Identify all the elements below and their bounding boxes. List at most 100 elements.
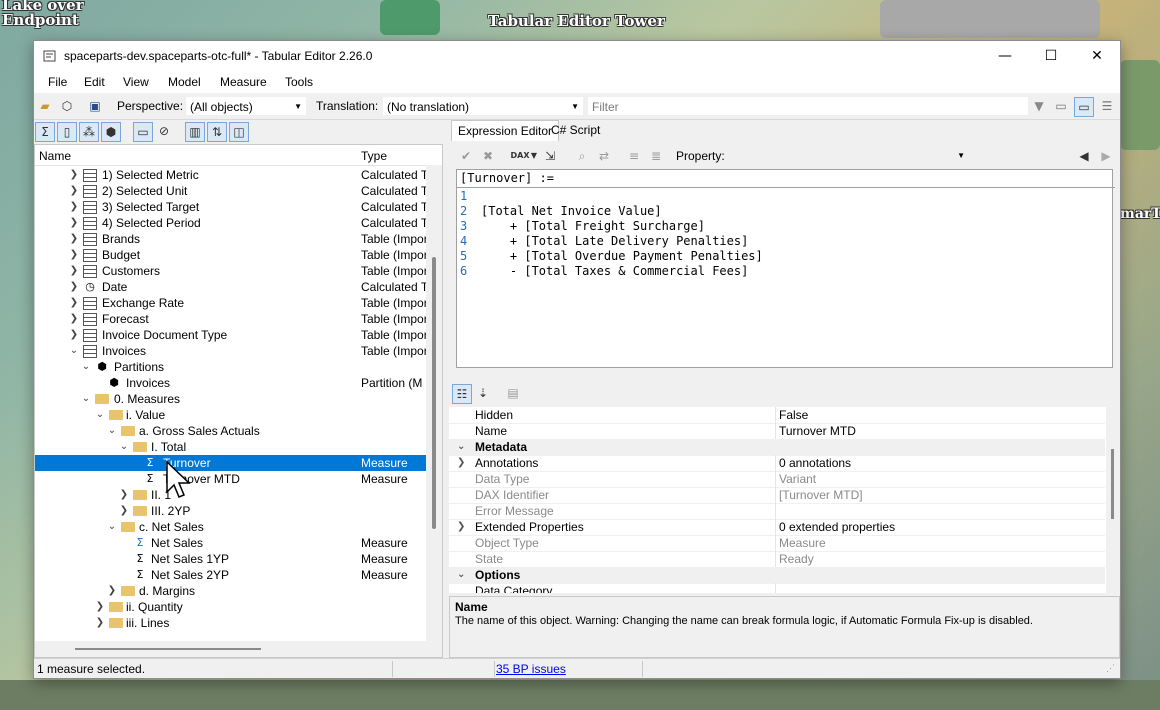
property-row-hidden[interactable]: Hidden False (449, 407, 1105, 424)
grid-view-icon[interactable]: ☰ (1098, 97, 1116, 115)
partition-icon[interactable]: ⬢ (101, 122, 121, 142)
tab-csharp-script[interactable]: C# Script (545, 120, 606, 141)
deploy-icon[interactable]: ⬡ (58, 97, 76, 115)
tab-expression-editor[interactable]: Expression Editor (451, 120, 560, 141)
tree-row[interactable]: ❯ 2) Selected Unit Calculated Ta (35, 183, 427, 199)
property-pages-icon[interactable]: ▤ (504, 384, 522, 402)
tree-row[interactable]: ❯ III. 2YP (35, 503, 427, 519)
chevron-right-icon[interactable]: ❯ (69, 247, 79, 263)
chevron-right-icon[interactable]: ❯ (69, 263, 79, 279)
chevron-right-icon[interactable]: ❯ (69, 295, 79, 311)
push-icon[interactable]: ⇲ (541, 147, 559, 165)
layout-icon[interactable]: ▭ (1052, 97, 1070, 115)
chevron-down-icon[interactable]: ⌄ (95, 407, 105, 423)
property-value[interactable]: Turnover MTD (779, 423, 856, 439)
chevron-right-icon[interactable]: ❯ (457, 455, 467, 471)
tree-row[interactable]: ❯ Customers Table (Import) (35, 263, 427, 279)
minimize-button[interactable]: — (982, 41, 1028, 71)
tree-row[interactable]: ❯ Budget Table (Import) (35, 247, 427, 263)
tree-row[interactable]: Σ Turnover MTD Measure (35, 471, 427, 487)
display-folder-icon[interactable]: ▭ (133, 122, 153, 142)
open-icon[interactable]: ▰ (36, 97, 54, 115)
chevron-down-icon[interactable]: ⌄ (81, 391, 91, 407)
metadata-icon[interactable]: ◫ (229, 122, 249, 142)
dax-expression-editor[interactable]: [Turnover] := 1 2 [Total Net Invoice Valu… (456, 169, 1115, 368)
columns-layout-icon[interactable]: ▥ (185, 122, 205, 142)
category-metadata[interactable]: ⌄ Metadata (449, 439, 1105, 456)
chevron-down-icon[interactable]: ⌄ (107, 423, 117, 439)
tree-row[interactable]: ❯ 3) Selected Target Calculated Ta (35, 199, 427, 215)
property-row-dax-identifier[interactable]: DAX Identifier [Turnover MTD] (449, 487, 1105, 504)
translation-select[interactable]: (No translation) ▼ (383, 97, 583, 115)
tree-row[interactable]: ❯ 4) Selected Period Calculated Ta (35, 215, 427, 231)
chevron-down-icon[interactable]: ⌄ (457, 567, 467, 583)
tree-row-selected[interactable]: Σ Turnover Measure (35, 455, 427, 471)
tree-row[interactable]: ⌄ 0. Measures (35, 391, 427, 407)
resize-grip-icon[interactable]: ⋰ (1106, 663, 1118, 675)
chevron-right-icon[interactable]: ❯ (69, 231, 79, 247)
filter-icon[interactable]: ▼ (1030, 97, 1048, 115)
chevron-right-icon[interactable]: ❯ (69, 199, 79, 215)
chevron-right-icon[interactable]: ❯ (119, 503, 129, 519)
perspective-select[interactable]: (All objects) ▼ (186, 97, 306, 115)
column-icon[interactable]: ▯ (57, 122, 77, 142)
chevron-right-icon[interactable]: ❯ (95, 615, 105, 631)
chevron-down-icon[interactable]: ⌄ (107, 519, 117, 535)
cancel-icon[interactable]: ✖ (479, 147, 497, 165)
menu-tools[interactable]: Tools (285, 75, 313, 89)
property-row-object-type[interactable]: Object Type Measure (449, 535, 1105, 552)
tree-row[interactable]: ❯ II. 1 (35, 487, 427, 503)
scrollbar-thumb[interactable] (1111, 449, 1114, 519)
tree-row[interactable]: ❯ Exchange Rate Table (Import) (35, 295, 427, 311)
property-value[interactable]: False (779, 407, 808, 423)
chevron-right-icon[interactable]: ❯ (107, 583, 117, 599)
column-header-name[interactable]: Name (39, 149, 71, 163)
tree-vertical-scrollbar[interactable] (426, 165, 442, 657)
tree-row[interactable]: Σ Net Sales 1YP Measure (35, 551, 427, 567)
menu-edit[interactable]: Edit (84, 75, 105, 89)
replace-icon[interactable]: ⇄ (595, 147, 613, 165)
menu-view[interactable]: View (123, 75, 149, 89)
sigma-icon[interactable]: Σ (35, 122, 55, 142)
tree-row[interactable]: ❯ Invoice Document Type Table (Import) (35, 327, 427, 343)
property-row-data-type[interactable]: Data Type Variant (449, 471, 1105, 488)
tree-row[interactable]: ❯ ◷ Date Calculated Ta (35, 279, 427, 295)
maximize-button[interactable]: ☐ (1028, 41, 1074, 71)
comment-icon[interactable]: ≣ (647, 147, 665, 165)
chevron-right-icon[interactable]: ❯ (95, 599, 105, 615)
chevron-right-icon[interactable]: ❯ (69, 167, 79, 183)
chevron-right-icon[interactable]: ❯ (69, 311, 79, 327)
tree-row[interactable]: ⌄ c. Net Sales (35, 519, 427, 535)
hierarchy-icon[interactable]: ⁂ (79, 122, 99, 142)
accept-icon[interactable]: ✔ (457, 147, 475, 165)
property-grid-scrollbar[interactable] (1106, 407, 1120, 593)
sort-alphabetical-icon[interactable]: ⇣ (474, 384, 492, 402)
property-row-extended-properties[interactable]: ❯ Extended Properties 0 extended propertie… (449, 519, 1105, 536)
dax-format-dropdown-icon[interactable]: ▼ (529, 147, 539, 165)
categorized-icon[interactable]: ☷ (452, 384, 472, 404)
chevron-down-icon[interactable]: ⌄ (81, 359, 91, 375)
chevron-right-icon[interactable]: ❯ (69, 215, 79, 231)
scrollbar-thumb[interactable] (432, 257, 436, 529)
property-select[interactable]: ▼ (732, 147, 968, 165)
chevron-down-icon[interactable]: ⌄ (457, 439, 467, 455)
tree-row[interactable]: ⌄ I. Total (35, 439, 427, 455)
property-row-state[interactable]: State Ready (449, 551, 1105, 568)
filter-input[interactable]: Filter (588, 97, 1028, 115)
property-row-data-category[interactable]: Data Category (449, 583, 1105, 593)
menu-file[interactable]: File (48, 75, 67, 89)
tree-horizontal-scrollbar[interactable] (35, 641, 427, 657)
hidden-objects-icon[interactable]: ⊘ (155, 122, 173, 140)
tree-row[interactable]: ❯ ii. Quantity (35, 599, 427, 615)
tree-row[interactable]: ⌄ i. Value (35, 407, 427, 423)
chevron-right-icon[interactable]: ❯ (119, 487, 129, 503)
tree-row[interactable]: ⬢ Invoices Partition (M - I (35, 375, 427, 391)
tree-row[interactable]: ❯ iii. Lines (35, 615, 427, 631)
scrollbar-thumb[interactable] (75, 648, 261, 650)
forward-icon[interactable]: ▶ (1097, 147, 1115, 165)
sort-icon[interactable]: ⇅ (207, 122, 227, 142)
close-button[interactable]: ✕ (1074, 41, 1120, 71)
property-row-name[interactable]: Name Turnover MTD (449, 423, 1105, 440)
chevron-right-icon[interactable]: ❯ (69, 327, 79, 343)
tree-row[interactable]: ❯ d. Margins (35, 583, 427, 599)
